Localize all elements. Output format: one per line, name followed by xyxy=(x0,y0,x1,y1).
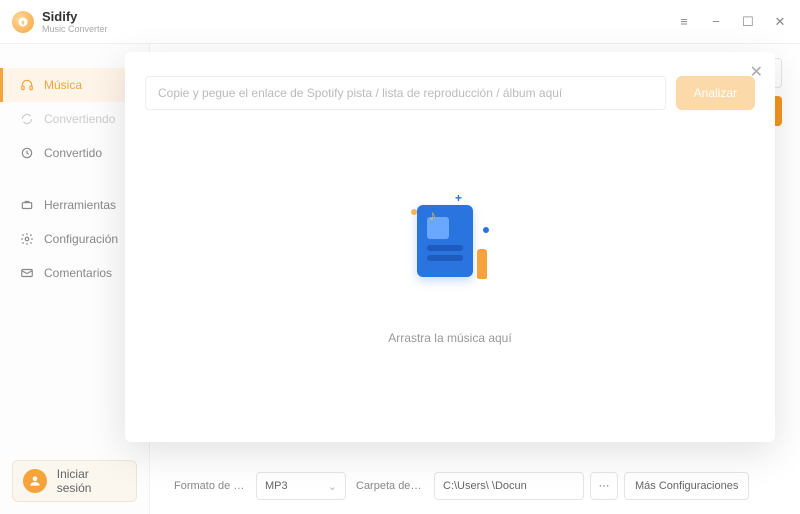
add-music-modal: ✕ Analizar + ♪ Arrastra la música aquí xyxy=(125,52,775,442)
drop-text: Arrastra la música aquí xyxy=(388,331,511,345)
music-document-icon: + ♪ xyxy=(385,187,515,307)
analyze-button[interactable]: Analizar xyxy=(676,76,755,110)
spotify-url-input[interactable] xyxy=(145,76,666,110)
drop-zone[interactable]: + ♪ Arrastra la música aquí xyxy=(145,110,755,422)
modal-close-button[interactable]: ✕ xyxy=(750,62,763,82)
